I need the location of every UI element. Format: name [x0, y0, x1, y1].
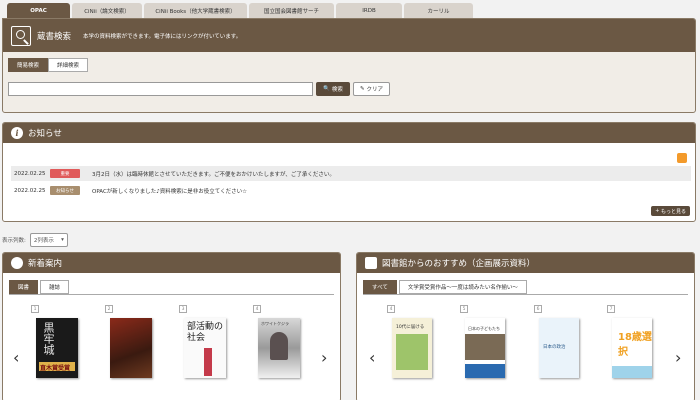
news-text: 3月2日（水）は臨時休館とさせていただきます。ご不便をおかけいたしますが、ご了承… [92, 171, 335, 178]
rss-icon[interactable] [677, 153, 687, 163]
tabs-divider [363, 294, 688, 295]
eraser-icon: ✎ [359, 86, 365, 92]
search-title: 蔵書検索 [37, 31, 72, 42]
book-item[interactable]: 2 [105, 305, 152, 378]
info-icon: i [11, 127, 23, 139]
news-item[interactable]: 2022.02.25 重要 3月2日（水）は臨時休館とさせていただきます。ご不便… [11, 166, 691, 181]
tab-cinii-books[interactable]: CiNii Books（他大学蔵書検索） [144, 3, 247, 18]
news-date: 2022.02.25 [14, 170, 46, 177]
tab-literary-awards[interactable]: 文学賞受賞作品～一度は読みたい名作揃い～ [398, 280, 527, 294]
book-cover-title: 日本の子どもたち [468, 326, 500, 331]
news-text: OPACが新しくなりました♪資料検索に是非お役立てください☆ [92, 188, 248, 195]
book-item[interactable]: 3 部活動の社会 [179, 305, 226, 378]
magnifier-icon: 🔍 [323, 86, 330, 92]
book-number: 2 [105, 305, 113, 313]
search-button[interactable]: 🔍 検索 [316, 82, 350, 96]
award-label: 直木賞受賞 [40, 365, 71, 372]
book-item[interactable]: 7 18歳選択 [607, 305, 652, 378]
search-description: 本学の資料検索ができます。電子体にはリンクが付いています。 [83, 33, 242, 40]
more-button[interactable]: + もっと見る [651, 206, 690, 216]
book-number: 3 [179, 305, 187, 313]
news-item[interactable]: 2022.02.25 お知らせ OPACが新しくなりました♪資料検索に是非お役立… [11, 183, 691, 198]
new-arrivals-title: 新着案内 [28, 259, 63, 269]
book-cover-title: 部活動の社会 [187, 322, 224, 343]
important-badge: 重要 [50, 169, 80, 178]
tab-advanced-search[interactable]: 詳細検索 [48, 58, 89, 72]
search-mode-tabs: 簡易検索 詳細検索 [8, 58, 89, 72]
book-cover: 黒牢城 直木賞受賞 [36, 318, 78, 378]
book-number: 4 [387, 305, 395, 313]
book-number: 1 [31, 305, 39, 313]
notice-badge: お知らせ [50, 186, 80, 195]
book-item[interactable]: 6 日本の政治 [534, 305, 579, 378]
new-arrivals-tabs: 図書 雑誌 [9, 280, 70, 294]
book-item[interactable]: 5 日本の子どもたち [460, 305, 505, 378]
tab-cinii-articles[interactable]: CiNii（論文検索） [72, 3, 142, 18]
recommend-header: 図書館からのおすすめ（企画展示資料） [357, 253, 694, 273]
news-date: 2022.02.25 [14, 187, 46, 194]
recommend-tabs: すべて 文学賞受賞作品～一度は読みたい名作揃い～ [363, 280, 527, 294]
next-arrow-icon[interactable]: › [675, 348, 681, 367]
book-icon [365, 257, 377, 269]
next-arrow-icon[interactable]: › [321, 348, 327, 367]
search-panel-header: 蔵書検索 本学の資料検索ができます。電子体にはリンクが付いています。 [3, 19, 695, 52]
book-cover: 部活動の社会 [184, 318, 226, 378]
search-icon [11, 25, 31, 46]
news-panel-header: i お知らせ [3, 123, 695, 143]
book-number: 7 [607, 305, 615, 313]
new-arrivals-icon [11, 257, 23, 269]
tabs-divider [9, 294, 334, 295]
tab-books[interactable]: 図書 [9, 280, 39, 294]
book-number: 6 [534, 305, 542, 313]
book-cover-title: ホワイトクジラ [261, 321, 289, 326]
search-panel: 蔵書検索 本学の資料検索ができます。電子体にはリンクが付いています。 [2, 18, 696, 113]
book-item[interactable]: 1 黒牢城 直木賞受賞 [31, 305, 78, 378]
tab-calil[interactable]: カーリル [404, 3, 473, 18]
book-cover [110, 318, 152, 378]
new-arrivals-header: 新着案内 [3, 253, 340, 273]
recommend-title: 図書館からのおすすめ（企画展示資料） [382, 259, 536, 269]
book-cover: ホワイトクジラ [258, 318, 300, 378]
search-button-label: 検索 [331, 87, 343, 93]
recommend-panel: 図書館からのおすすめ（企画展示資料） すべて 文学賞受賞作品～一度は読みたい名作… [356, 252, 695, 400]
news-panel: i お知らせ 2022.02.25 重要 3月2日（水）は臨時休館とさせていただ… [2, 122, 696, 222]
tab-simple-search[interactable]: 簡易検索 [8, 58, 49, 72]
book-item[interactable]: 4 10代に届ける [387, 305, 432, 378]
tab-magazines[interactable]: 雑誌 [40, 280, 70, 294]
tab-opac[interactable]: OPAC [7, 3, 70, 18]
prev-arrow-icon[interactable]: ‹ [13, 348, 19, 367]
book-cover-title: 18歳選択 [618, 332, 652, 358]
book-cover: 18歳選択 [612, 318, 652, 378]
display-count-label: 表示列数: [2, 238, 26, 244]
prev-arrow-icon[interactable]: ‹ [369, 348, 375, 367]
display-count: 表示列数: 2列表示 ▾ [2, 233, 68, 247]
clear-button[interactable]: ✎ クリア [353, 82, 390, 96]
new-arrivals-panel: 新着案内 図書 雑誌 ‹ › 1 黒牢城 直木賞受賞 2 3 部活動の社会 4 … [2, 252, 341, 400]
book-cover-title: 日本の政治 [543, 345, 566, 350]
tab-irdb[interactable]: IRDB [336, 3, 402, 18]
search-row: 🔍 検索 ✎ クリア [8, 82, 390, 96]
book-cover: 日本の政治 [539, 318, 579, 378]
search-input[interactable] [8, 82, 313, 96]
book-cover-title: 10代に届ける [396, 325, 425, 330]
book-cover: 日本の子どもたち [465, 318, 505, 378]
chevron-down-icon: ▾ [61, 237, 64, 243]
book-number: 4 [253, 305, 261, 313]
book-item[interactable]: 4 ホワイトクジラ [253, 305, 300, 378]
more-button-label: もっと見る [660, 208, 686, 215]
book-number: 5 [460, 305, 468, 313]
display-count-value: 2列表示 [33, 238, 54, 244]
tab-all[interactable]: すべて [363, 280, 397, 294]
news-title: お知らせ [28, 129, 62, 139]
tab-ndl-search[interactable]: 国立国会図書館サーチ [249, 3, 334, 18]
book-cover-title: 黒牢城 [42, 322, 55, 355]
clear-button-label: クリア [366, 87, 384, 93]
top-tabs: OPAC CiNii（論文検索） CiNii Books（他大学蔵書検索） 国立… [7, 3, 473, 18]
display-count-select[interactable]: 2列表示 ▾ [29, 233, 68, 247]
book-cover: 10代に届ける [392, 318, 432, 378]
